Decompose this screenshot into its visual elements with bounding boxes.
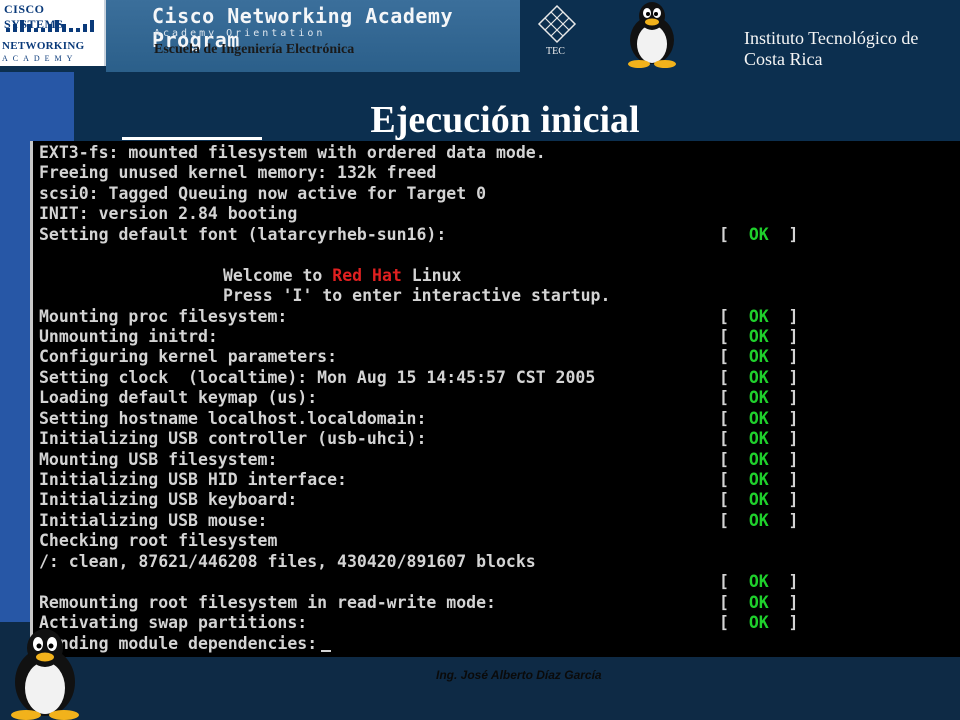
status-badge: [ OK ] [719,347,799,367]
console-line: Configuring kernel parameters: [ OK ] [39,347,960,367]
tec-label: TEC [546,46,565,57]
ok-status-text: OK [748,408,769,428]
console-line: Initializing USB controller (usb-uhci): [… [39,429,960,449]
school-name: Escuela de Ingeniería Electrónica [154,42,355,57]
console-line-text: Setting default font (latarcyrheb-sun16)… [39,224,447,244]
status-badge: [ OK ] [719,429,799,449]
console-line-text: scsi0: Tagged Queuing now active for Tar… [39,183,487,203]
title-underline [122,137,262,140]
status-badge: [ OK ] [719,224,799,244]
program-banner: Cisco Networking Academy Program Academy… [106,0,520,72]
welcome-suffix: Linux [401,265,462,285]
console-line-text: Welcome to Red Hat Linux [39,266,461,285]
console-line-text: Mounting proc filesystem: [39,306,288,326]
ok-status-text: OK [748,449,769,469]
status-badge: [ OK ] [719,408,799,428]
console-line-text: Checking root filesystem [39,531,278,551]
console-line: Checking root filesystem [39,531,960,551]
status-badge: [ OK ] [719,613,799,633]
cisco-logo-line2: NETWORKING [2,40,85,52]
ok-status-text: OK [748,388,769,408]
ok-status-text: OK [748,347,769,367]
ok-status-text: OK [748,572,769,592]
status-badge: [ OK ] [719,470,799,489]
console-line-text: Setting hostname localhost.localdomain: [39,408,427,428]
console-cursor [321,649,332,652]
status-badge: [ OK ] [719,490,799,510]
console-line: Setting default font (latarcyrheb-sun16)… [39,225,960,245]
status-badge: [ OK ] [719,367,799,387]
console-line: Activating swap partitions:[ OK ] [39,613,960,633]
status-badge: [ OK ] [719,326,799,346]
ok-status-text: OK [748,224,769,244]
console-line-text: Loading default keymap (us): [39,388,318,408]
console-output: EXT3-fs: mounted filesystem with ordered… [39,143,960,654]
status-badge: [ OK ] [719,572,799,592]
console-line: Finding module dependencies: [39,634,960,654]
console-line-text: Initializing USB HID interface: [39,470,347,489]
boot-console-screenshot: EXT3-fs: mounted filesystem with ordered… [30,141,960,657]
console-line-text: Freeing unused kernel memory: 132k freed [39,163,437,183]
console-line: /: clean, 87621/446208 files, 430420/891… [39,552,960,572]
console-line-text: /: clean, 87621/446208 files, 430420/891… [39,551,536,571]
console-line: Loading default keymap (us): [ OK ] [39,388,960,408]
console-line: Remounting root filesystem in read-write… [39,593,960,613]
console-line: Initializing USB HID interface: [ OK ] [39,470,960,490]
console-line: scsi0: Tagged Queuing now active for Tar… [39,184,960,204]
console-line: INIT: version 2.84 booting [39,204,960,224]
console-line: Mounting USB filesystem: [ OK ] [39,450,960,470]
cisco-bridge-icon [6,18,96,32]
status-badge: [ OK ] [719,449,799,469]
console-line-text: INIT: version 2.84 booting [39,204,298,224]
console-line-text: Remounting root filesystem in read-write… [39,592,496,612]
console-line: Initializing USB keyboard: [ OK ] [39,490,960,510]
ok-status-text: OK [748,490,769,510]
redhat-brand-text: Red Hat [332,265,402,285]
console-line-text: Configuring kernel parameters: [39,347,338,367]
console-line-text: Press 'I' to enter interactive startup. [223,286,611,306]
status-badge: [ OK ] [719,306,799,326]
ok-status-text: OK [748,367,769,387]
console-line-text: Initializing USB controller (usb-uhci): [39,429,427,449]
program-subtitle: Academy Orientation [154,28,326,39]
status-badge: [ OK ] [719,388,799,408]
console-line: Mounting proc filesystem: [ OK ] [39,307,960,327]
console-line: Freeing unused kernel memory: 132k freed [39,163,960,183]
ok-status-text: OK [748,510,769,530]
status-badge: [ OK ] [719,510,799,530]
console-line-text: Initializing USB keyboard: [39,490,298,510]
console-line: [ OK ] [39,572,960,592]
ok-status-text: OK [748,306,769,326]
welcome-prefix: Welcome to [223,265,333,285]
cisco-logo-line3: ACADEMY [2,54,78,63]
tux-penguin-footer-icon [11,629,79,720]
console-line: Initializing USB mouse: [ OK ] [39,511,960,531]
console-line: Welcome to Red Hat Linux [39,266,960,286]
console-line: Setting hostname localhost.localdomain: [… [39,409,960,429]
ok-status-text: OK [748,326,769,346]
ok-status-text: OK [748,470,769,489]
header-band: CISCO SYSTEMS NETWORKING ACADEMY Cisco N… [0,0,960,72]
console-line: Unmounting initrd: [ OK ] [39,327,960,347]
cisco-networking-academy-logo: CISCO SYSTEMS NETWORKING ACADEMY [0,0,106,66]
console-line: Press 'I' to enter interactive startup. [39,286,960,306]
author-footer: Ing. José Alberto Díaz García [436,668,602,682]
tux-penguin-icon [628,2,676,68]
console-line: Setting clock (localtime): Mon Aug 15 14… [39,368,960,388]
console-line-text: Initializing USB mouse: [39,510,268,530]
ok-status-text: OK [748,613,769,633]
institution-name: Instituto Tecnológico de Costa Rica [744,28,919,69]
ok-status-text: OK [748,429,769,449]
console-line: EXT3-fs: mounted filesystem with ordered… [39,143,960,163]
slide-title: Ejecución inicial [370,99,640,141]
console-line-text: Mounting USB filesystem: [39,449,278,469]
ok-status-text: OK [748,592,769,612]
console-line-text: Setting clock (localtime): Mon Aug 15 14… [39,367,596,387]
status-badge: [ OK ] [719,592,799,612]
console-line-text: EXT3-fs: mounted filesystem with ordered… [39,143,546,162]
console-line-text: Unmounting initrd: [39,326,218,346]
